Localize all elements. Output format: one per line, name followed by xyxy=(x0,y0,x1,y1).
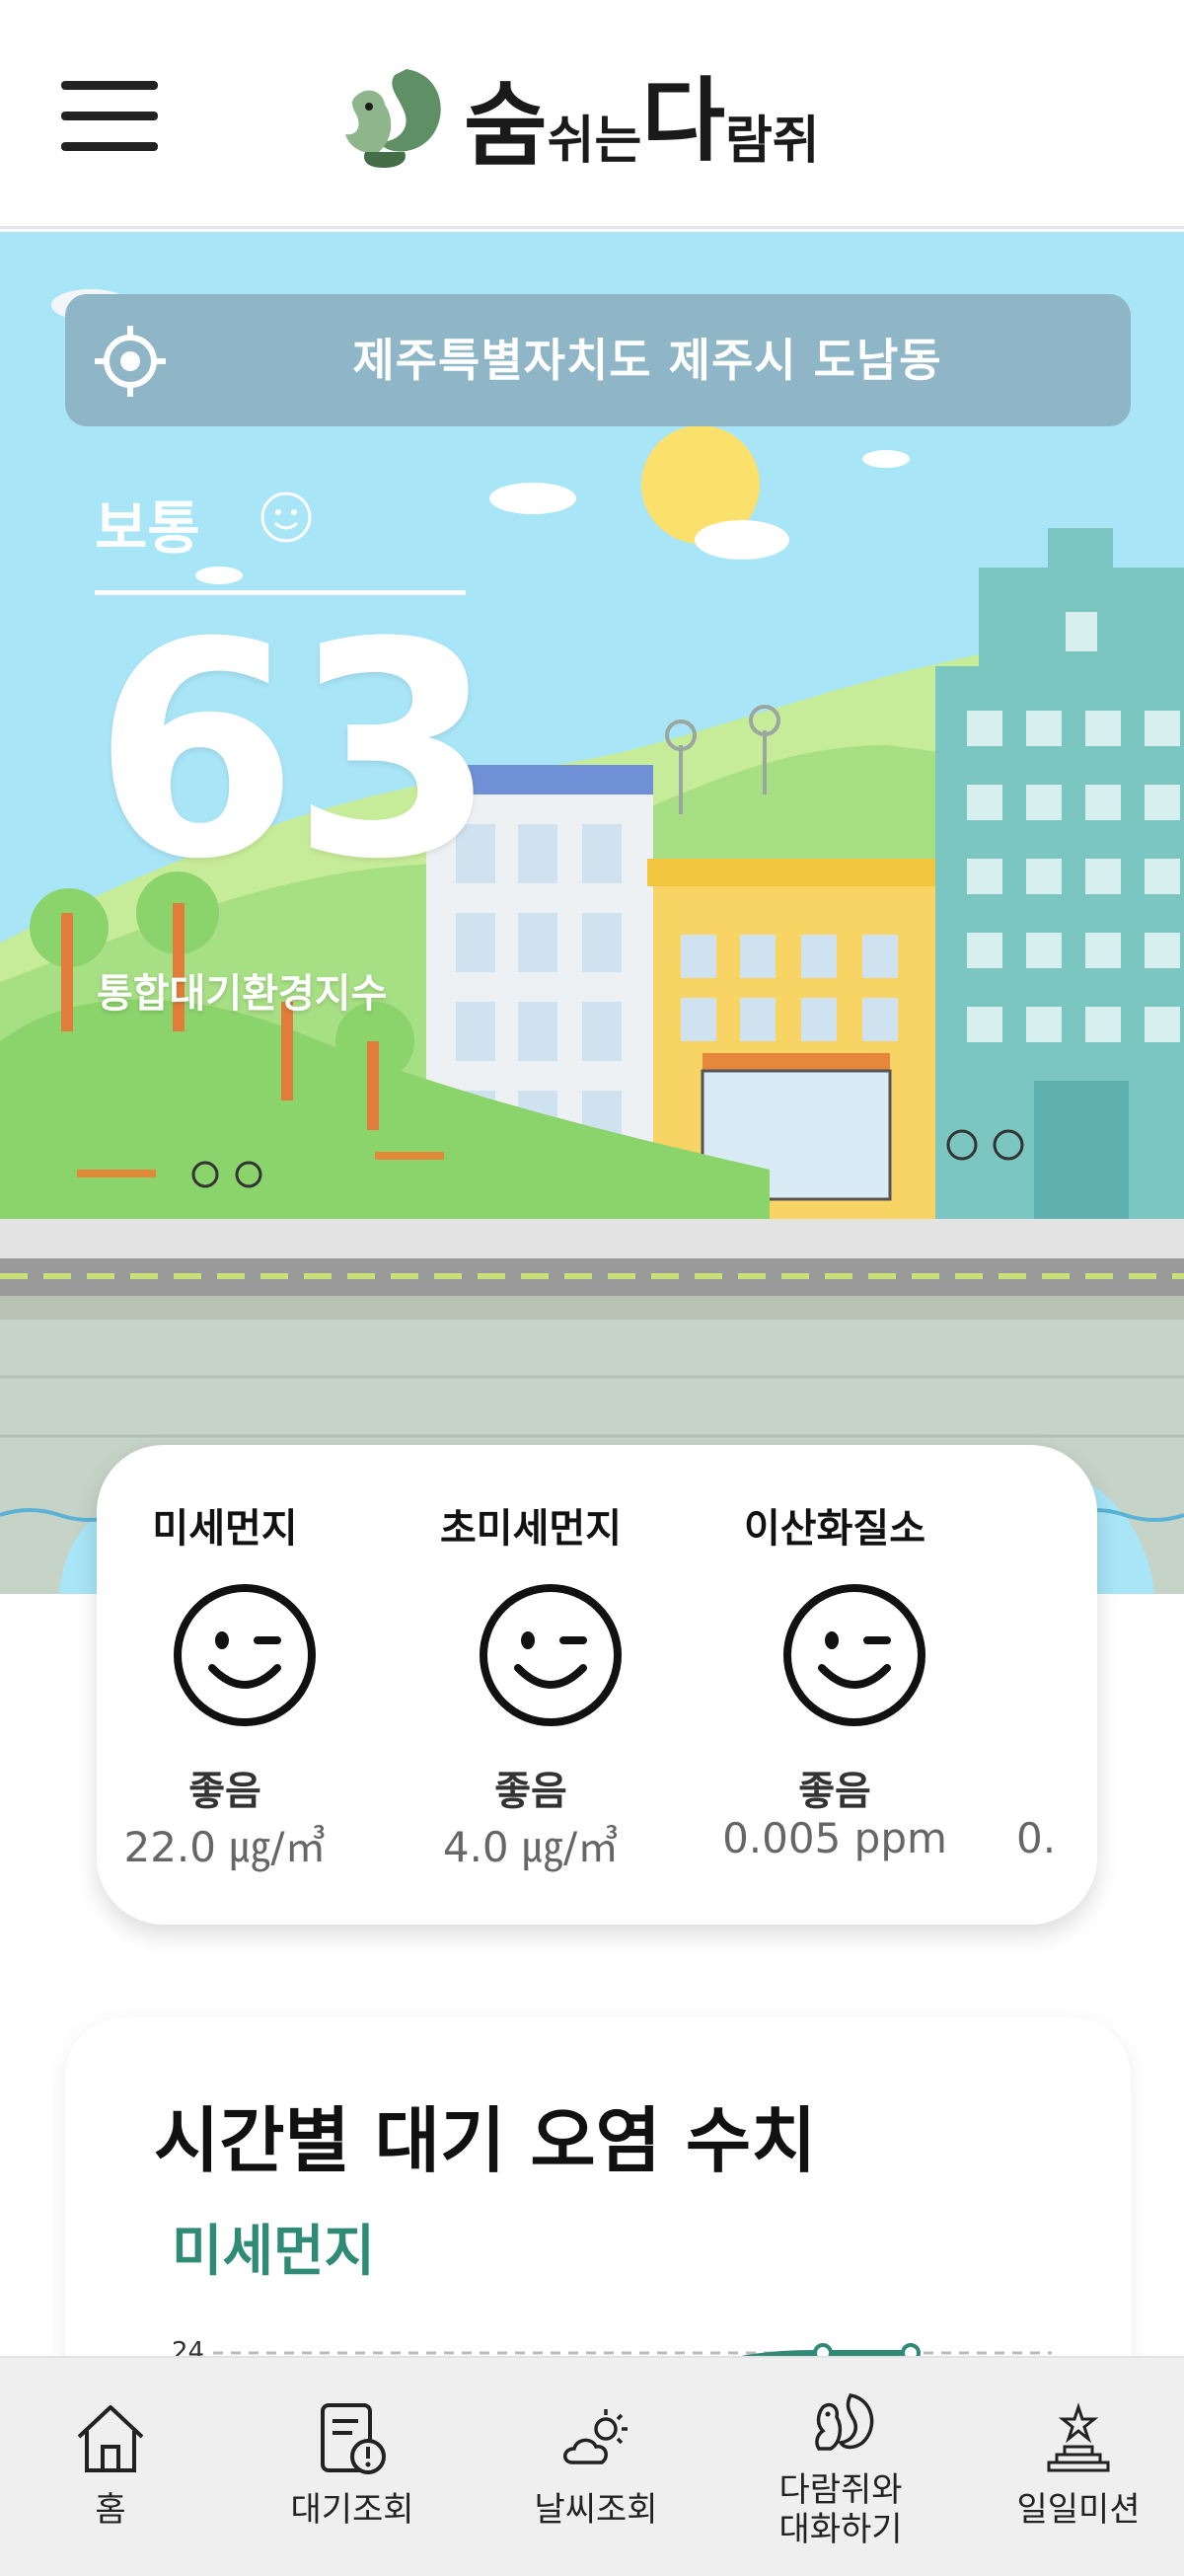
pollutant-grade: 좋음 xyxy=(494,1769,567,1814)
wink-face-icon xyxy=(783,1584,925,1726)
pollutant-card[interactable]: 미세먼지 좋음 22.0 ㎍/㎥ 초미세먼지 좋음 4.0 ㎍/㎥ 이산화질소 … xyxy=(97,1445,1097,1925)
hamburger-menu-icon[interactable] xyxy=(61,81,158,152)
pollutant-grade: 좋음 xyxy=(188,1769,261,1814)
nav-item-home[interactable]: 홈 xyxy=(0,2358,221,2576)
home-icon xyxy=(77,2405,144,2472)
nav-label: 다람쥐와 대화하기 xyxy=(778,2470,903,2549)
weather-icon xyxy=(563,2409,628,2464)
logo-text-4: 람쥐 xyxy=(724,112,820,171)
bottom-navigation: 홈 대기조회 날씨조회 다람쥐와 대화하기 일일미션 xyxy=(0,2356,1184,2576)
pollutant-item-pm25[interactable]: 초미세먼지 좋음 4.0 ㎍/㎥ xyxy=(403,1445,659,1925)
aqi-value: 63 xyxy=(93,579,496,924)
pollutant-grade: 좋음 xyxy=(798,1769,871,1814)
nav-item-mission[interactable]: 일일미션 xyxy=(973,2358,1184,2576)
app-header: 숨 쉬는 다 람쥐 xyxy=(0,0,1184,229)
pollutant-value: 0. xyxy=(1016,1814,1057,1862)
nav-label: 날씨조회 xyxy=(534,2490,658,2530)
nav-label: 일일미션 xyxy=(1016,2490,1141,2530)
location-bar[interactable]: 제주특별자치도 제주시 도남동 xyxy=(65,294,1131,426)
pollutant-item-partial[interactable]: 0. xyxy=(1000,1445,1097,1925)
wink-face-icon xyxy=(174,1584,316,1726)
logo-text-3: 다 xyxy=(641,68,725,174)
squirrel-icon xyxy=(345,69,441,168)
pollutant-value: 0.005 ppm xyxy=(722,1814,947,1862)
trophy-icon xyxy=(1047,2402,1110,2472)
gps-target-icon[interactable] xyxy=(93,324,168,399)
nav-item-air[interactable]: 대기조회 xyxy=(242,2358,463,2576)
pollutant-value: 22.0 ㎍/㎥ xyxy=(123,1823,327,1871)
aqi-label: 통합대기환경지수 xyxy=(97,971,388,1017)
nav-label: 홈 xyxy=(95,2490,126,2530)
wink-face-icon xyxy=(480,1584,622,1726)
pollutant-name: 초미세먼지 xyxy=(440,1506,622,1552)
nav-label: 대기조회 xyxy=(290,2490,414,2530)
air-status-label: 보통 xyxy=(95,494,200,562)
pollutant-name: 이산화질소 xyxy=(744,1506,925,1552)
pollutant-item-pm10[interactable]: 미세먼지 좋음 22.0 ㎍/㎥ xyxy=(97,1445,353,1925)
pollutant-item-no2[interactable]: 이산화질소 좋음 0.005 ppm xyxy=(706,1445,963,1925)
nav-item-weather[interactable]: 날씨조회 xyxy=(485,2358,706,2576)
app-logo: 숨 쉬는 다 람쥐 xyxy=(335,57,868,176)
smile-face-icon xyxy=(260,492,312,543)
hourly-subtitle: 미세먼지 xyxy=(172,2220,376,2284)
document-alert-icon xyxy=(321,2403,386,2474)
nav-item-chat[interactable]: 다람쥐와 대화하기 xyxy=(730,2358,951,2576)
location-text: 제주특별자치도 제주시 도남동 xyxy=(352,334,942,387)
hourly-title: 시간별 대기 오염 수치 xyxy=(154,2099,817,2182)
squirrel-icon xyxy=(815,2393,874,2451)
logo-text-1: 숨 xyxy=(464,73,548,179)
pollutant-value: 4.0 ㎍/㎥ xyxy=(442,1823,620,1871)
pollutant-name: 미세먼지 xyxy=(152,1506,298,1552)
logo-text-2: 쉬는 xyxy=(547,112,642,171)
